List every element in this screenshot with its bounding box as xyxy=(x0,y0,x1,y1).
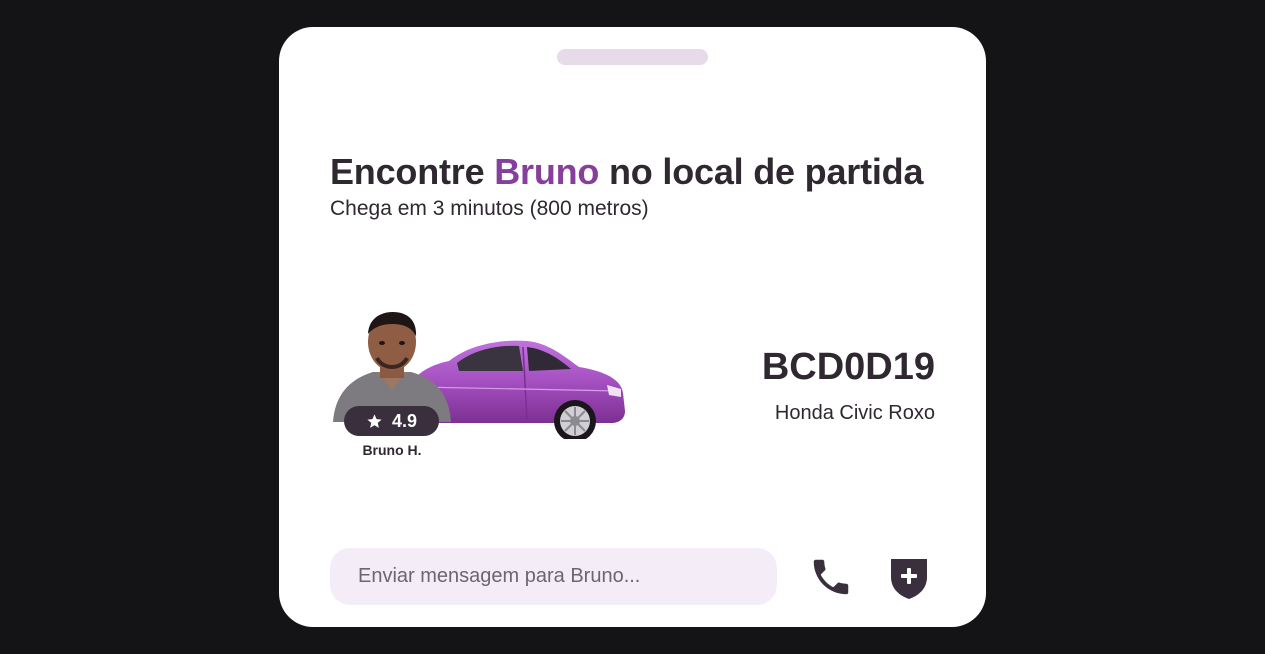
phone-icon xyxy=(813,559,849,595)
eta-text: Chega em 3 minutos (800 metros) xyxy=(330,197,649,220)
rating-badge: 4.9 xyxy=(344,406,439,436)
title-prefix: Encontre xyxy=(330,151,495,192)
title-driver-name: Bruno xyxy=(494,151,600,192)
safety-button[interactable] xyxy=(888,555,930,601)
ride-sheet: Encontre Bruno no local de partida Chega… xyxy=(279,27,986,627)
driver-name: Bruno H. xyxy=(362,442,422,458)
rating-value: 4.9 xyxy=(391,410,418,431)
page-title: Encontre Bruno no local de partida xyxy=(330,151,923,193)
drag-handle[interactable] xyxy=(557,49,708,65)
shield-plus-icon xyxy=(891,559,927,599)
message-input[interactable] xyxy=(330,548,777,605)
title-suffix: no local de partida xyxy=(599,151,924,192)
license-plate: BCD0D19 xyxy=(761,346,935,388)
car-model: Honda Civic Roxo xyxy=(774,402,935,424)
star-icon xyxy=(367,413,382,428)
call-button[interactable] xyxy=(808,554,854,600)
